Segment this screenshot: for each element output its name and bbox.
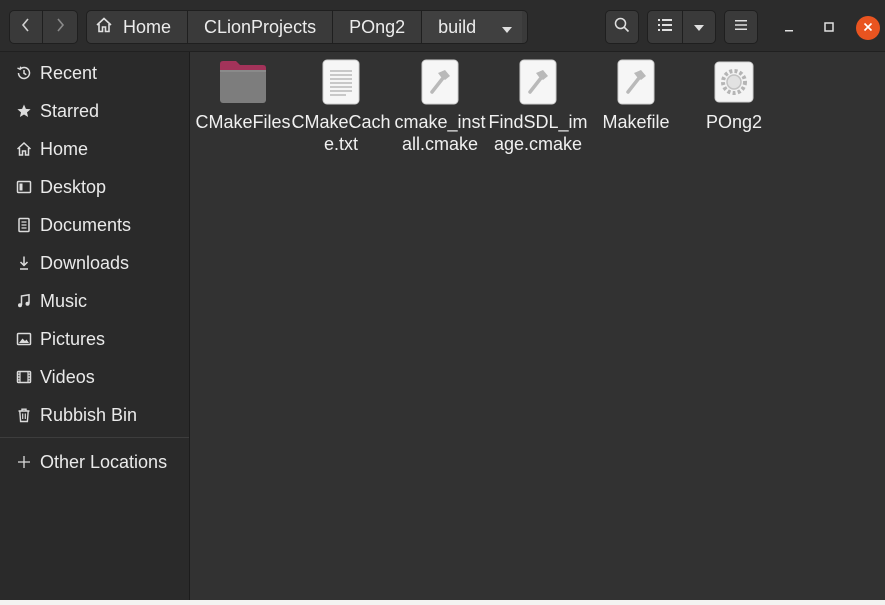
desktop-background-strip — [0, 600, 885, 605]
script-file-icon — [488, 58, 588, 106]
file-name: cmake_install.cmake — [394, 112, 486, 154]
chevron-right-icon — [55, 17, 65, 38]
breadcrumb-label: Home — [123, 16, 172, 37]
caret-down-icon — [694, 18, 704, 36]
caret-down-icon — [502, 17, 513, 38]
sidebar-item-label: Rubbish Bin — [40, 404, 138, 425]
sidebar-item-label: Desktop — [40, 176, 107, 197]
sidebar-item-rubbish-bin[interactable]: Rubbish Bin — [0, 397, 189, 433]
header-bar: Home CLionProjects POng2 build — [0, 0, 885, 52]
menu-button[interactable] — [724, 10, 758, 44]
sidebar-item-recent[interactable]: Recent — [0, 55, 189, 91]
close-button[interactable] — [856, 16, 880, 40]
chevron-left-icon — [21, 17, 31, 38]
sidebar: Recent Starred Home Desktop Documents Do… — [0, 52, 190, 602]
file-item-cmakecache[interactable]: CMakeCache.txt — [291, 58, 391, 155]
executable-gear-icon — [684, 58, 784, 106]
close-icon — [863, 19, 873, 37]
sidebar-item-label: Pictures — [40, 328, 106, 349]
file-item-findsdl-image[interactable]: FindSDL_image.cmake — [488, 58, 588, 155]
document-icon — [15, 216, 33, 234]
text-file-icon — [291, 58, 391, 106]
picture-icon — [15, 330, 33, 348]
script-file-icon — [586, 58, 686, 106]
file-view: CMakeFiles CMakeCache.txt cmake_install.… — [191, 52, 885, 602]
folder-icon — [193, 58, 293, 106]
file-item-pong2[interactable]: POng2 — [684, 58, 784, 133]
list-view-icon — [658, 18, 672, 36]
video-icon — [15, 368, 33, 386]
file-name: CMakeFiles — [195, 112, 291, 132]
sidebar-item-label: Downloads — [40, 252, 130, 273]
sidebar-item-label: Music — [40, 290, 88, 311]
file-name: Makefile — [602, 112, 670, 132]
sidebar-item-label: Home — [40, 138, 89, 159]
clock-icon — [15, 64, 33, 82]
file-name: POng2 — [705, 112, 763, 132]
file-name: CMakeCache.txt — [291, 112, 391, 154]
breadcrumb-clionprojects[interactable]: CLionProjects — [188, 11, 334, 43]
sidebar-item-documents[interactable]: Documents — [0, 207, 189, 243]
download-icon — [15, 254, 33, 272]
home-icon — [15, 140, 33, 158]
sidebar-item-videos[interactable]: Videos — [0, 359, 189, 395]
minimize-icon — [784, 19, 794, 37]
sidebar-item-label: Documents — [40, 214, 132, 235]
sidebar-item-label: Recent — [40, 62, 98, 83]
sidebar-divider — [0, 437, 189, 438]
breadcrumb-home[interactable]: Home — [87, 11, 189, 43]
script-file-icon — [390, 58, 490, 106]
sidebar-item-label: Other Locations — [40, 451, 168, 472]
view-options-button[interactable] — [682, 10, 716, 44]
breadcrumb-label: POng2 — [349, 16, 406, 37]
sidebar-item-label: Starred — [40, 100, 100, 121]
minimize-button[interactable] — [777, 16, 801, 40]
plus-icon — [15, 453, 33, 471]
sidebar-item-desktop[interactable]: Desktop — [0, 169, 189, 205]
breadcrumb-label: build — [438, 16, 477, 37]
file-item-makefile[interactable]: Makefile — [586, 58, 686, 133]
breadcrumb-label: CLionProjects — [204, 16, 317, 37]
sidebar-item-music[interactable]: Music — [0, 283, 189, 319]
breadcrumb-build[interactable]: build — [422, 11, 523, 43]
file-manager-window: Home CLionProjects POng2 build Recent St… — [0, 0, 885, 602]
desktop-icon — [15, 178, 33, 196]
trash-icon — [15, 406, 33, 424]
maximize-button[interactable] — [817, 16, 841, 40]
sidebar-item-pictures[interactable]: Pictures — [0, 321, 189, 357]
sidebar-item-home[interactable]: Home — [0, 131, 189, 167]
file-item-cmakefiles[interactable]: CMakeFiles — [193, 58, 293, 133]
sidebar-item-label: Videos — [40, 366, 95, 387]
breadcrumb: Home CLionProjects POng2 build — [86, 10, 528, 44]
hamburger-icon — [734, 18, 748, 36]
file-item-cmake-install[interactable]: cmake_install.cmake — [390, 58, 490, 155]
forward-button[interactable] — [42, 10, 78, 44]
music-icon — [15, 292, 33, 310]
sidebar-item-downloads[interactable]: Downloads — [0, 245, 189, 281]
file-name: FindSDL_image.cmake — [488, 112, 588, 154]
star-icon — [15, 102, 33, 120]
sidebar-item-other-locations[interactable]: Other Locations — [0, 444, 189, 480]
home-icon — [95, 16, 123, 39]
breadcrumb-pong2[interactable]: POng2 — [333, 11, 423, 43]
sidebar-item-starred[interactable]: Starred — [0, 93, 189, 129]
list-view-button[interactable] — [647, 10, 683, 44]
maximize-icon — [824, 19, 834, 37]
search-button[interactable] — [605, 10, 639, 44]
search-icon — [614, 17, 630, 38]
back-button[interactable] — [9, 10, 43, 44]
